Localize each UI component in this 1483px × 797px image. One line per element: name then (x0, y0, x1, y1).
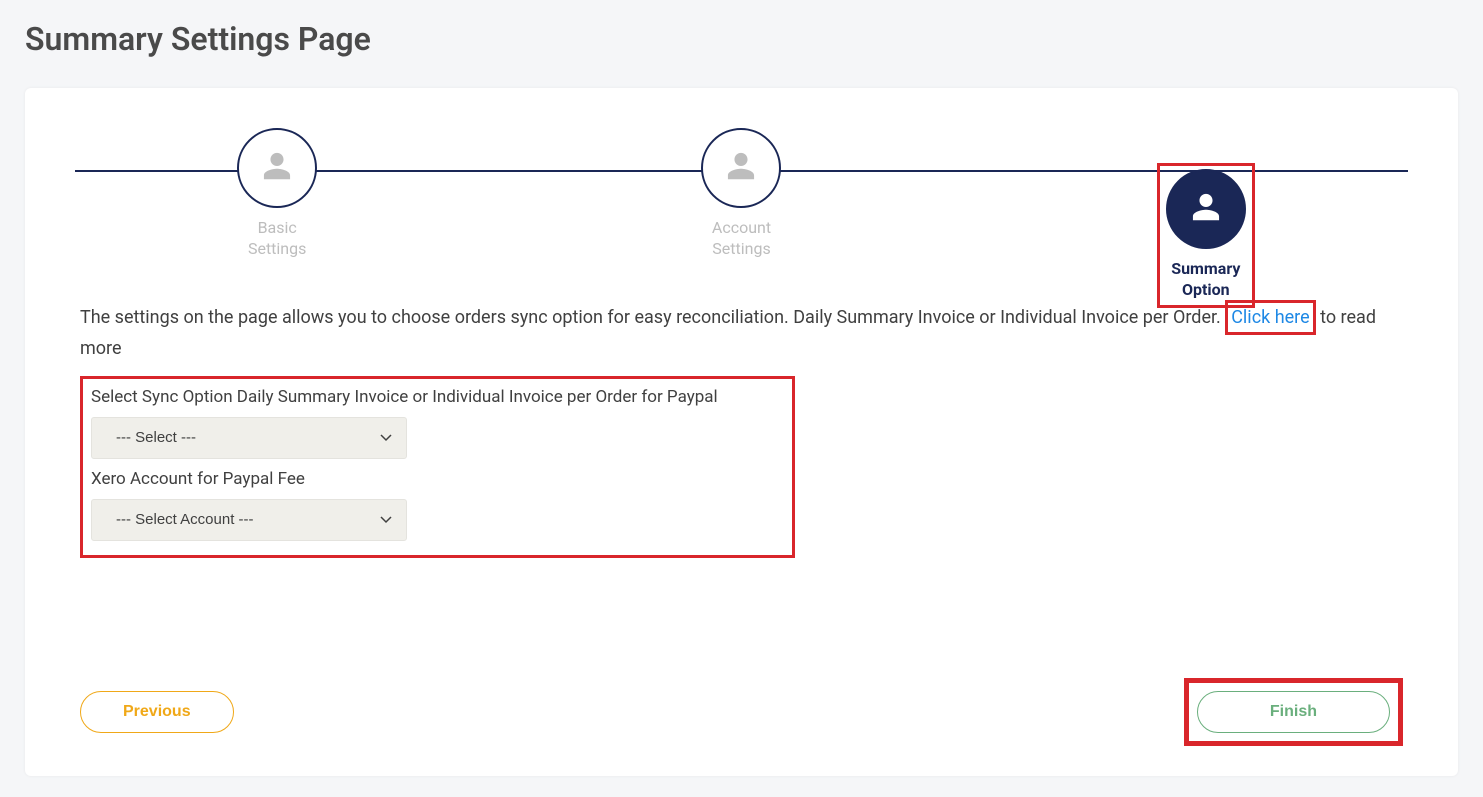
sync-option-label: Select Sync Option Daily Summary Invoice… (91, 387, 784, 407)
step-circle-summary (1166, 169, 1246, 249)
content-area: The settings on the page allows you to c… (25, 280, 1458, 558)
step-account-settings[interactable]: Account Settings (509, 128, 973, 260)
step-summary-option[interactable]: Summary Option (974, 128, 1438, 258)
page-title: Summary Settings Page (25, 20, 1463, 58)
step-label-account: Account Settings (712, 218, 771, 260)
highlight-step-summary: Summary Option (1157, 163, 1255, 308)
user-icon (725, 150, 757, 186)
step-label-summary: Summary Option (1166, 259, 1246, 301)
previous-button[interactable]: Previous (80, 691, 234, 733)
step-label-basic: Basic Settings (248, 218, 306, 260)
click-here-link[interactable]: Click here (1231, 307, 1309, 328)
step-circle-account (701, 128, 781, 208)
buttons-row: Previous Finish (25, 558, 1458, 746)
step-circle-basic (237, 128, 317, 208)
sync-option-select[interactable]: --- Select --- (91, 417, 407, 459)
highlight-finish: Finish (1184, 678, 1403, 746)
user-icon (1190, 191, 1222, 227)
description-before: The settings on the page allows you to c… (80, 307, 1225, 328)
highlight-form: Select Sync Option Daily Summary Invoice… (80, 376, 795, 558)
finish-button[interactable]: Finish (1197, 691, 1390, 733)
stepper: Basic Settings Account Settings Summary … (25, 88, 1458, 280)
form-group-xero-account: Xero Account for Paypal Fee --- Select A… (91, 469, 784, 541)
description-text: The settings on the page allows you to c… (80, 300, 1403, 362)
xero-account-label: Xero Account for Paypal Fee (91, 469, 784, 489)
settings-card: Basic Settings Account Settings Summary … (25, 88, 1458, 776)
xero-account-select[interactable]: --- Select Account --- (91, 499, 407, 541)
form-group-sync-option: Select Sync Option Daily Summary Invoice… (91, 387, 784, 459)
step-basic-settings[interactable]: Basic Settings (45, 128, 509, 260)
user-icon (261, 150, 293, 186)
